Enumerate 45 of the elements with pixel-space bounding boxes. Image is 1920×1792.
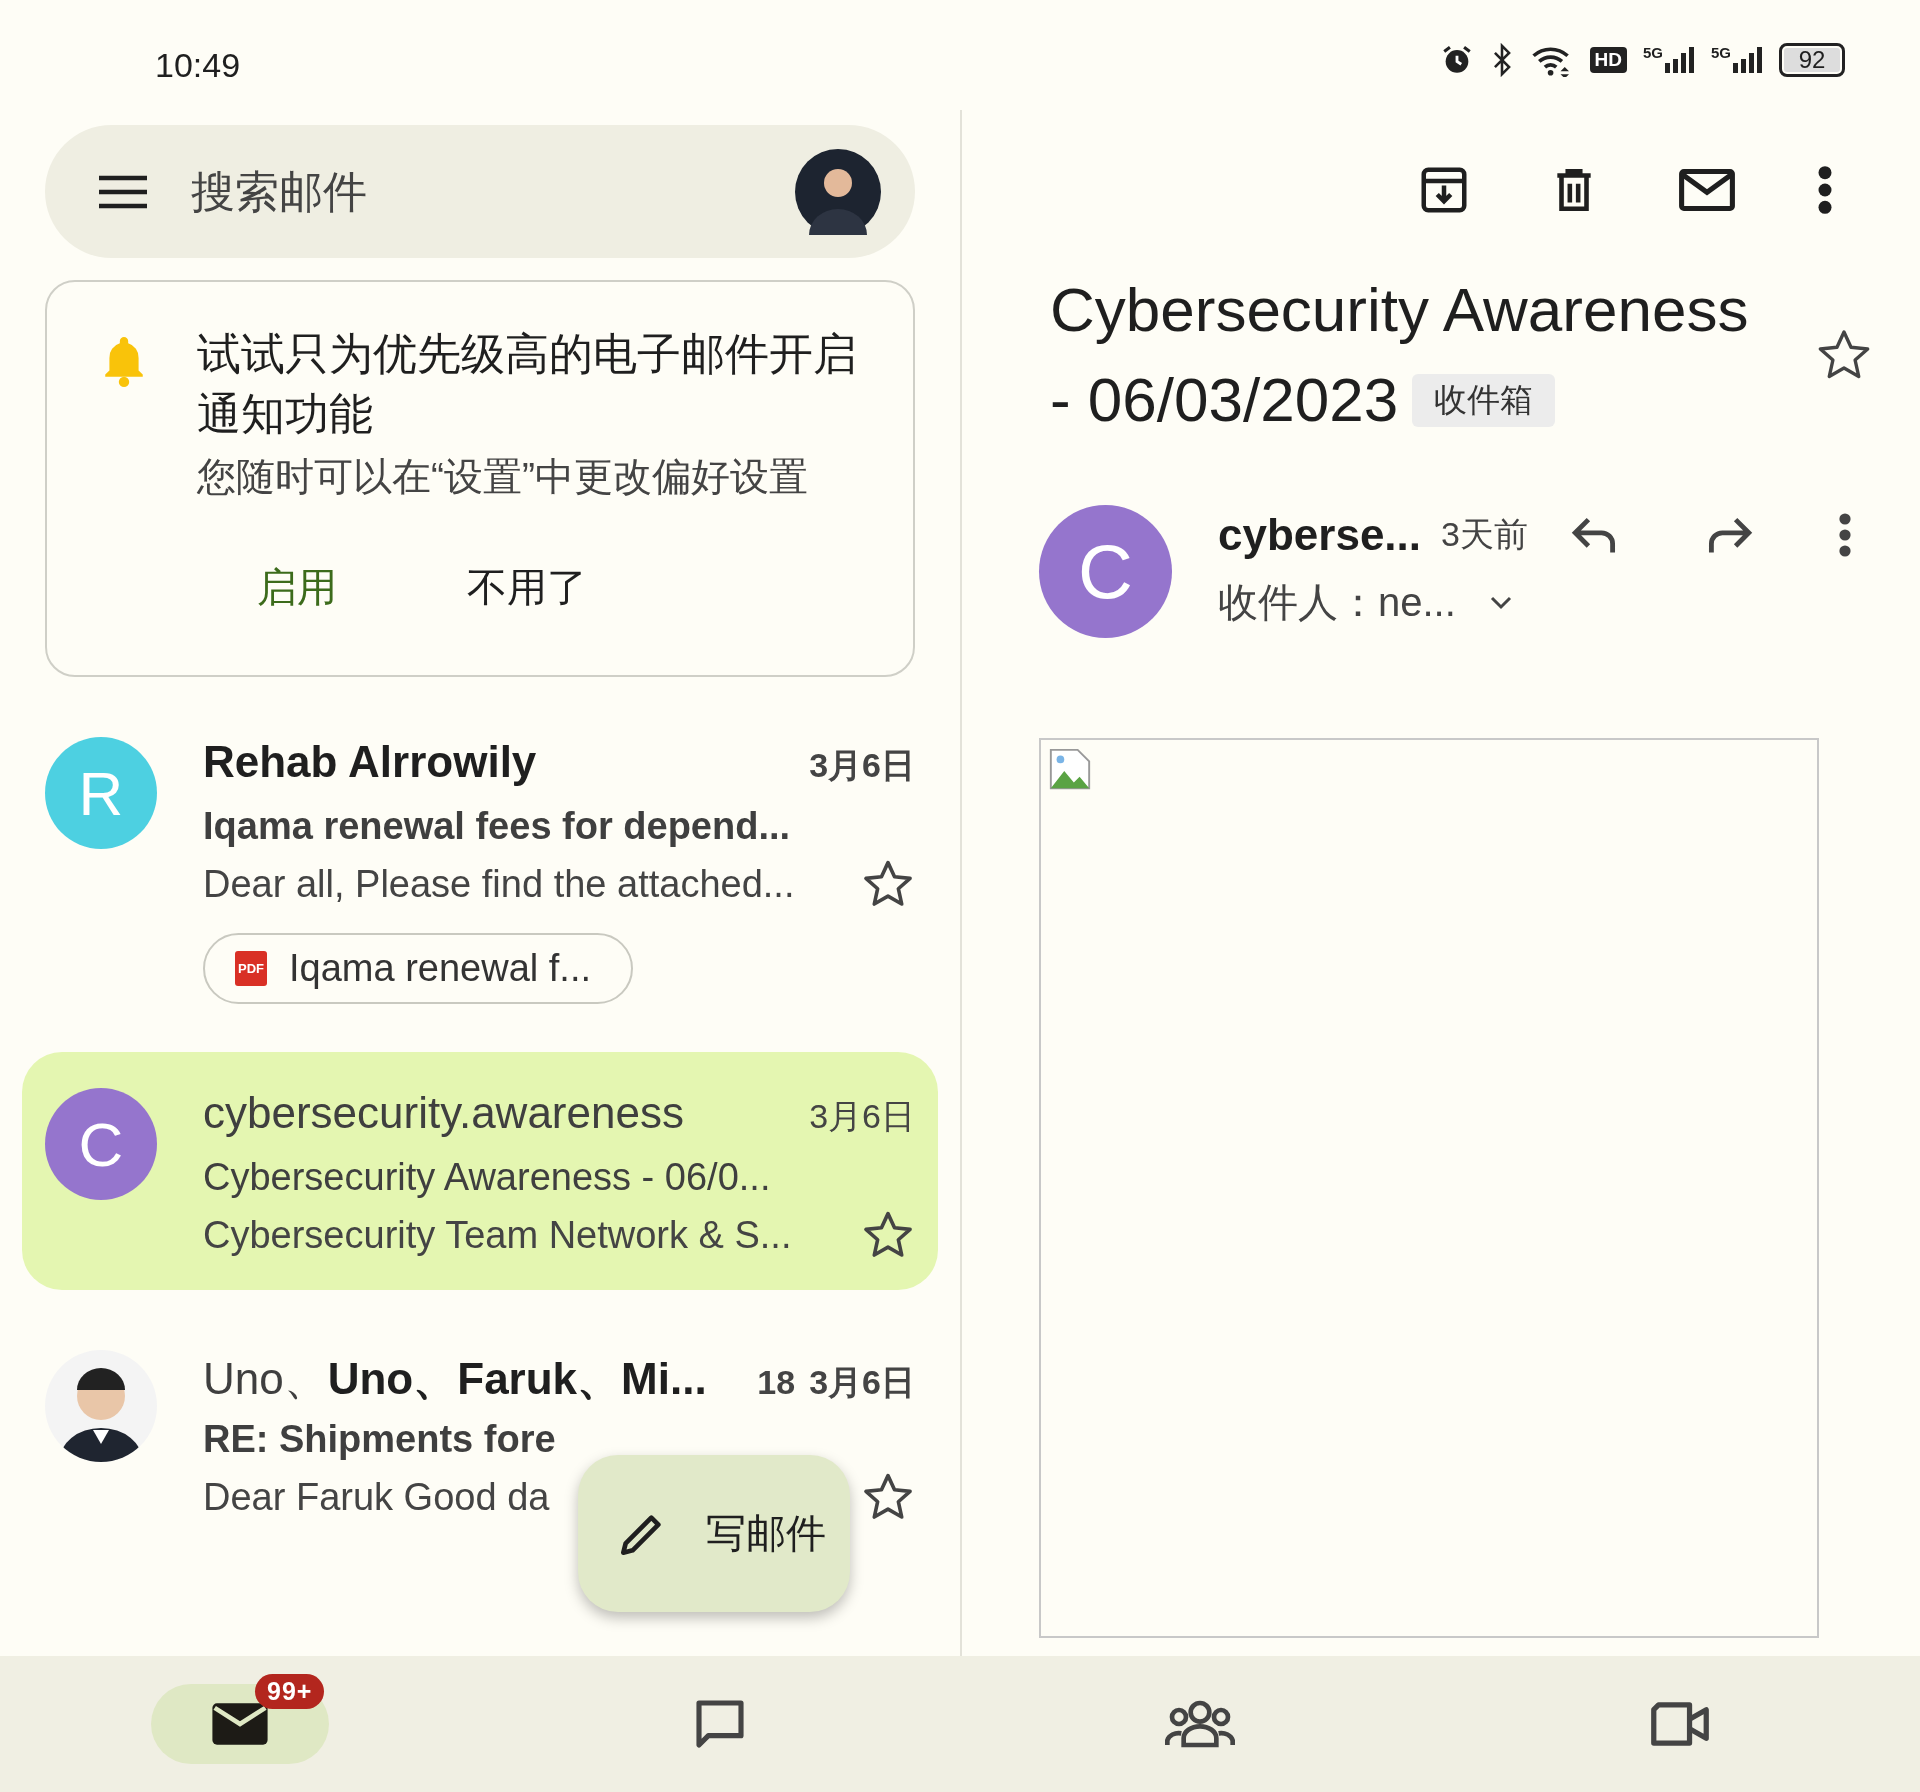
email-title: Cybersecurity Awareness — [1050, 274, 1750, 346]
compose-button[interactable]: 写邮件 — [578, 1455, 850, 1612]
status-time: 10:49 — [155, 44, 241, 85]
email-subject: Cybersecurity Awareness - 06/0... — [203, 1155, 772, 1200]
network-label: 5G — [1711, 45, 1731, 60]
email-row[interactable]: C cybersecurity.awareness 3月6日 Cybersecurity Awareness - 06/0... Cybersecurity Team Network & S... — [22, 1052, 938, 1290]
inbox-label: 收件箱 — [1412, 373, 1556, 427]
notification-title: 试试只为优先级高的电子邮件开启通知功能 — [197, 328, 858, 440]
account-avatar[interactable] — [795, 148, 881, 235]
broken-image-icon — [1047, 746, 1093, 792]
sender-name: cyberse... — [1218, 510, 1422, 560]
video-icon — [1649, 1699, 1711, 1749]
email-subject: Iqama renewal fees for depend... — [203, 804, 792, 849]
search-bar[interactable]: 搜索邮件 — [45, 125, 915, 258]
email-time: 3天前 — [1441, 514, 1528, 555]
email-date: 3月6日 — [809, 1362, 915, 1403]
signal-icon — [1665, 45, 1695, 75]
sender-avatar: C — [45, 1088, 157, 1200]
thread-count: 18 — [757, 1363, 796, 1402]
email-title: - 06/03/2023 — [1050, 364, 1399, 436]
email-date: 3月6日 — [809, 745, 915, 786]
pdf-icon: PDF — [235, 951, 267, 986]
recipient-text: 收件人：ne... — [1218, 579, 1456, 626]
sender-names: Rehab Alrrowily — [203, 737, 538, 787]
sender-avatar: C — [1039, 505, 1172, 638]
unread-badge: 99+ — [255, 1674, 325, 1709]
signal-icon — [1733, 45, 1763, 75]
sender-avatar: R — [45, 737, 157, 849]
notification-subtitle: 您随时可以在“设置”中更改偏好设置 — [197, 454, 809, 500]
dismiss-button[interactable]: 不用了 — [467, 560, 587, 615]
email-subject: RE: Shipments fore — [203, 1417, 557, 1462]
people-icon — [1165, 1698, 1235, 1750]
mail-icon — [210, 1701, 270, 1747]
email-snippet: Dear all, Please find the attached... — [203, 862, 795, 906]
enable-button[interactable]: 启用 — [257, 560, 337, 615]
hd-indicator: HD — [1589, 47, 1627, 73]
battery-indicator: 92 — [1779, 43, 1845, 77]
sender-names: Uno、Uno、Faruk、Mi... — [203, 1353, 708, 1405]
email-snippet: Cybersecurity Team Network & S... — [203, 1213, 792, 1257]
email-snippet: Dear Faruk Good da — [203, 1475, 550, 1519]
sender-names: cybersecurity.awareness — [203, 1088, 685, 1138]
search-field[interactable]: 搜索邮件 — [189, 165, 755, 218]
attachment-chip[interactable]: PDF Iqama renewal f... — [203, 933, 634, 1004]
email-date: 3月6日 — [809, 1096, 915, 1137]
network-label: 5G — [1642, 45, 1663, 60]
